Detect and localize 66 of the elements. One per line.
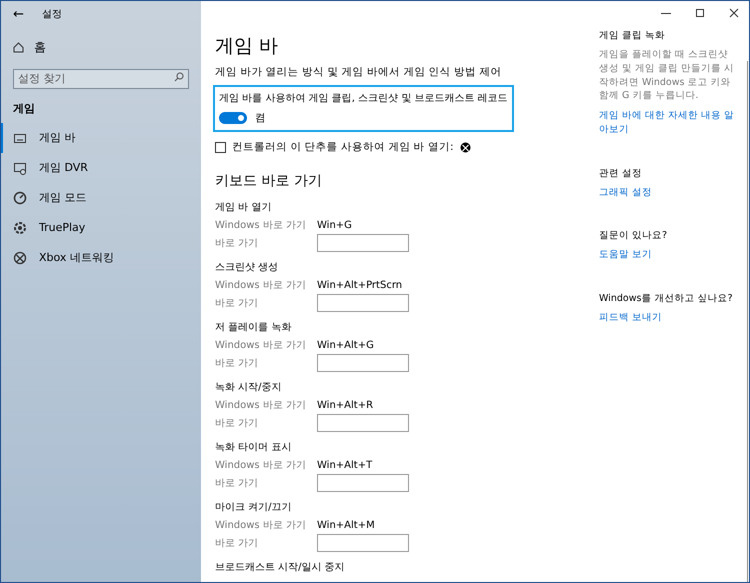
- nav-item[interactable]: Xbox 네트워킹: [1, 242, 201, 272]
- shortcut-field[interactable]: [317, 294, 409, 312]
- shortcut-name: 브로드캐스트 시작/일시 중지: [215, 561, 346, 575]
- shortcut-label: Windows 바로 가기: [215, 339, 307, 352]
- shortcut-label: 바로 가기: [215, 357, 260, 370]
- shortcut-value: Win+Alt+R: [317, 400, 374, 410]
- xbox-icon: [460, 142, 471, 152]
- shortcut-field[interactable]: [317, 414, 409, 432]
- shortcut-value: Win+Alt+G: [317, 340, 374, 350]
- section-heading: 게임: [12, 100, 36, 116]
- shortcut-label: 바로 가기: [215, 417, 260, 430]
- xbox-icon: [13, 250, 27, 264]
- shortcut-label: Windows 바로 가기: [215, 459, 307, 472]
- aside-link[interactable]: 피드백 보내기: [599, 311, 739, 325]
- page-description: 게임 바가 열리는 방식 및 게임 바에서 게임 인식 방법 제어: [215, 65, 502, 79]
- home-icon: [13, 42, 24, 52]
- shortcut-name: 저 플레이를 녹화: [215, 321, 292, 335]
- shortcut-field[interactable]: [317, 534, 409, 552]
- search-field[interactable]: 설정 찾기: [13, 68, 189, 88]
- shortcut-label: 바로 가기: [215, 237, 260, 250]
- aside-heading: 관련 설정: [599, 166, 644, 180]
- section-heading: 키보드 바로 가기: [215, 172, 323, 190]
- page-title: 게임 바: [215, 34, 280, 59]
- search-icon: [174, 72, 184, 82]
- nav-item[interactable]: TruePlay: [1, 212, 201, 242]
- trueplay-icon: [13, 220, 27, 234]
- aside-heading: Windows를 개선하고 싶나요?: [599, 292, 734, 306]
- shortcut-field[interactable]: [317, 474, 409, 492]
- shortcut-field[interactable]: [317, 354, 409, 372]
- nav-item[interactable]: 게임 DVR: [1, 152, 201, 182]
- checkbox[interactable]: [215, 142, 226, 152]
- aside-heading: 게임 클립 녹화: [599, 29, 666, 42]
- shortcut-label: Windows 바로 가기: [215, 279, 307, 292]
- dvr-icon: [13, 160, 27, 174]
- shortcut-name: 녹화 시작/중지: [215, 381, 283, 395]
- shortcut-value: Win+Alt+PrtScrn: [317, 280, 402, 290]
- close-icon: [729, 8, 739, 18]
- shortcut-value: Win+Alt+T: [317, 460, 372, 470]
- aside-link[interactable]: 그래픽 설정: [599, 186, 739, 200]
- aside-text: 게임을 플레이할 때 스크린샷 생성 및 게임 클립 만들기를 시작하려면 Windows 로고 키와 함께 G 키를 누릅니다.: [599, 48, 736, 104]
- shortcut-value: Win+Alt+M: [317, 520, 375, 530]
- aside-link[interactable]: 게임 바에 대한 자세한 내용 알아보기: [599, 109, 739, 137]
- toggle-label: 게임 바를 사용하여 게임 클립, 스크린샷 및 브로드캐스트 레코드: [219, 92, 508, 105]
- toggle-state: 켬: [255, 111, 266, 125]
- shortcut-label: 바로 가기: [215, 477, 260, 490]
- shortcut-label: 바로 가기: [215, 537, 260, 550]
- shortcut-value: Win+G: [317, 220, 352, 230]
- shortcut-field[interactable]: [317, 234, 409, 252]
- mode-icon: [13, 190, 27, 204]
- shortcut-name: 마이크 켜기/끄기: [215, 501, 293, 515]
- maximize-icon: [695, 8, 705, 18]
- shortcut-name: 게임 바 열기: [215, 201, 272, 215]
- shortcut-name: 스크린샷 생성: [215, 261, 280, 275]
- nav-item[interactable]: 게임 모드: [1, 182, 201, 212]
- shortcut-name: 녹화 타이머 표시: [215, 441, 292, 455]
- checkbox-label: 컨트롤러의 이 단추를 사용하여 게임 바 열기:: [232, 140, 454, 154]
- shortcut-label: 바로 가기: [215, 297, 260, 310]
- aside-link[interactable]: 도움말 보기: [599, 248, 739, 262]
- toggle-switch[interactable]: [219, 112, 247, 124]
- window-title: 설정: [42, 8, 62, 21]
- back-button[interactable]: ←: [13, 6, 24, 22]
- shortcut-label: Windows 바로 가기: [215, 519, 307, 532]
- home-link[interactable]: 홈: [34, 38, 46, 56]
- shortcut-label: Windows 바로 가기: [215, 219, 307, 232]
- shortcut-label: Windows 바로 가기: [215, 399, 307, 412]
- aside-heading: 질문이 있나요?: [599, 229, 668, 242]
